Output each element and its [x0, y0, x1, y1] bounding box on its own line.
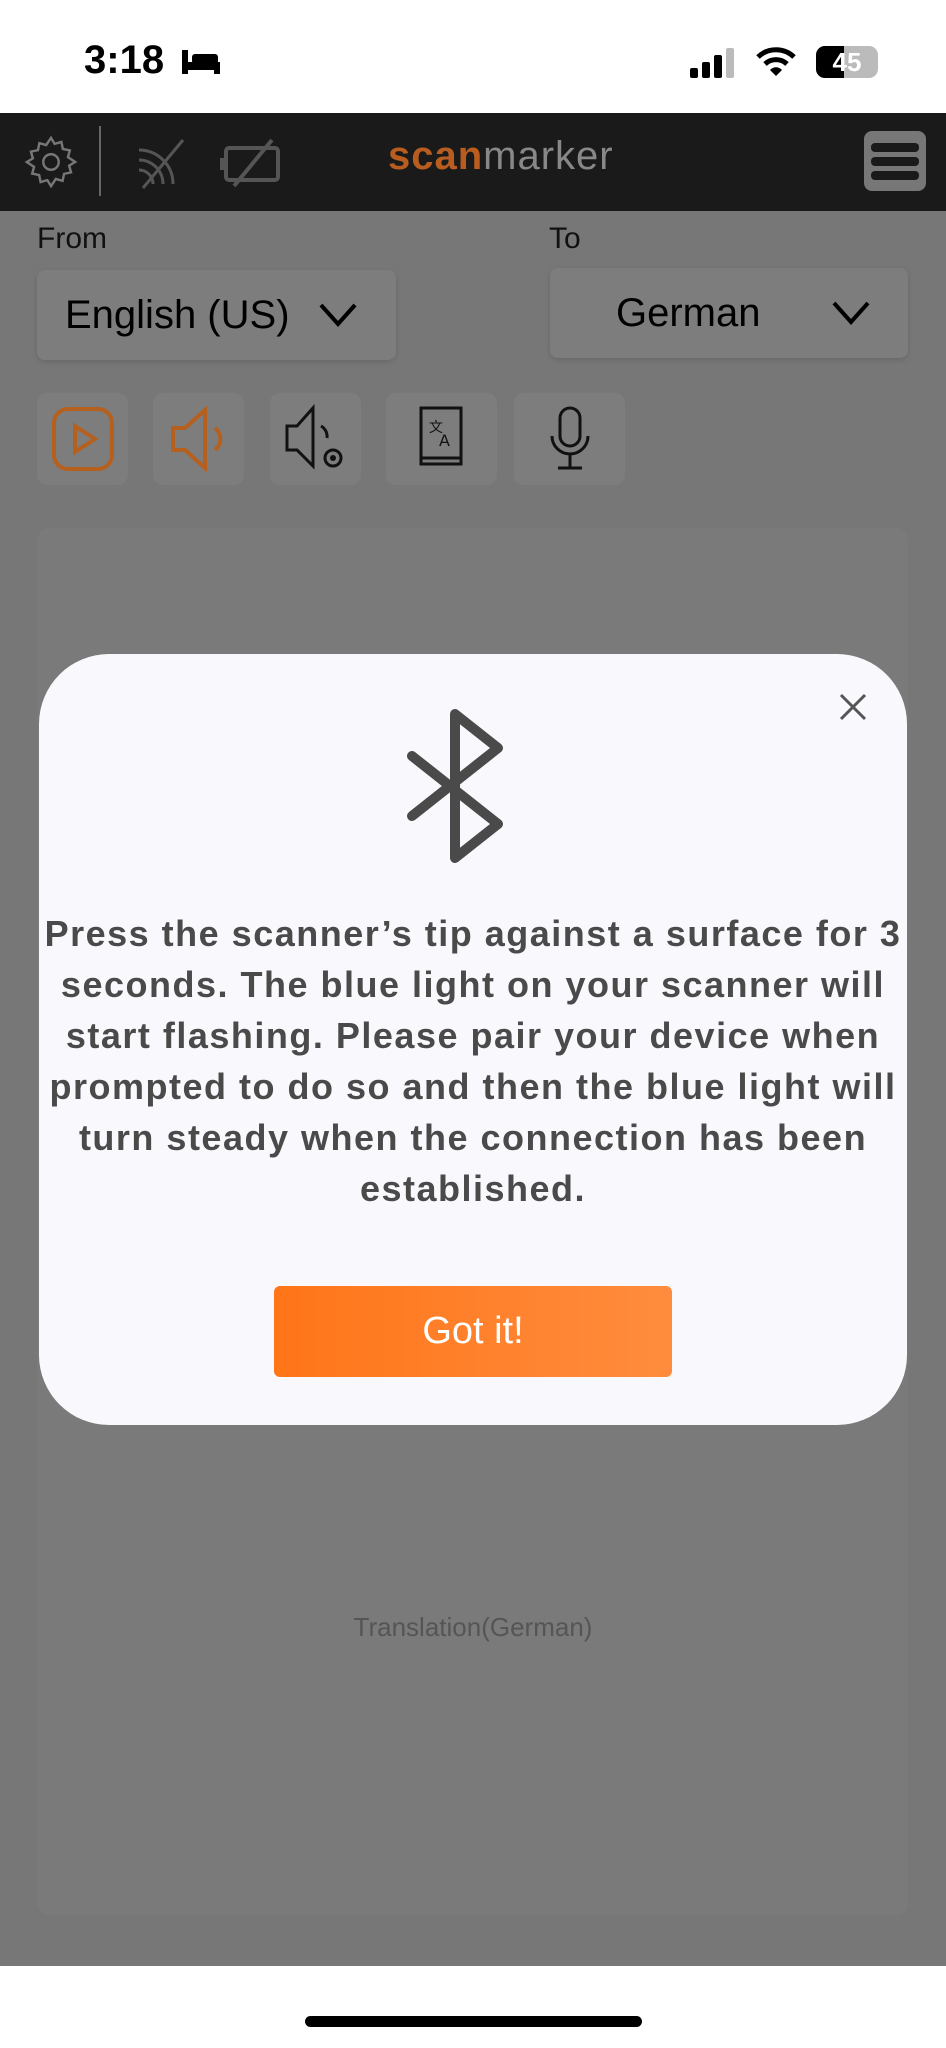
speech-settings-icon — [285, 404, 342, 470]
svg-text:A: A — [439, 431, 450, 450]
brand-logo: scanmarker — [388, 134, 614, 178]
microphone-icon — [550, 406, 589, 470]
wifi-icon — [756, 47, 796, 76]
speaker-icon — [170, 406, 222, 472]
status-time: 3:18 — [84, 38, 165, 82]
speaker-button[interactable] — [153, 393, 244, 485]
from-language-value: English (US) — [65, 292, 290, 337]
signal-icon — [690, 48, 734, 78]
to-language-dropdown[interactable]: German — [550, 268, 908, 358]
battery-level: 45 — [832, 47, 862, 77]
menu-icon[interactable] — [864, 131, 926, 191]
got-it-button[interactable]: Got it! — [274, 1286, 672, 1377]
to-language-value: German — [616, 290, 761, 335]
from-language-dropdown[interactable]: English (US) — [37, 270, 396, 360]
play-icon — [51, 407, 114, 471]
chevron-down-icon — [319, 303, 357, 327]
to-label: To — [549, 222, 581, 255]
close-icon[interactable] — [838, 692, 868, 722]
speech-settings-button[interactable] — [270, 393, 361, 485]
dictionary-button[interactable]: 文A — [386, 393, 497, 485]
bluetooth-icon — [407, 709, 503, 863]
chevron-down-icon — [832, 301, 869, 325]
from-label: From — [37, 222, 107, 255]
bed-icon — [182, 50, 220, 74]
battery-icon: 45 — [816, 46, 878, 78]
play-button[interactable] — [37, 393, 128, 485]
home-indicator[interactable] — [305, 2016, 642, 2027]
scanner-disconnected-icon[interactable] — [135, 136, 187, 190]
gear-icon[interactable] — [22, 133, 80, 191]
translation-placeholder: Translation(German) — [353, 1612, 593, 1642]
dictionary-icon: 文A — [419, 406, 462, 466]
microphone-button[interactable] — [514, 393, 625, 485]
header-divider — [99, 126, 101, 196]
battery-disconnected-icon[interactable] — [220, 138, 284, 188]
pairing-message: Press the scanner’s tip against a surfac… — [44, 913, 902, 1209]
